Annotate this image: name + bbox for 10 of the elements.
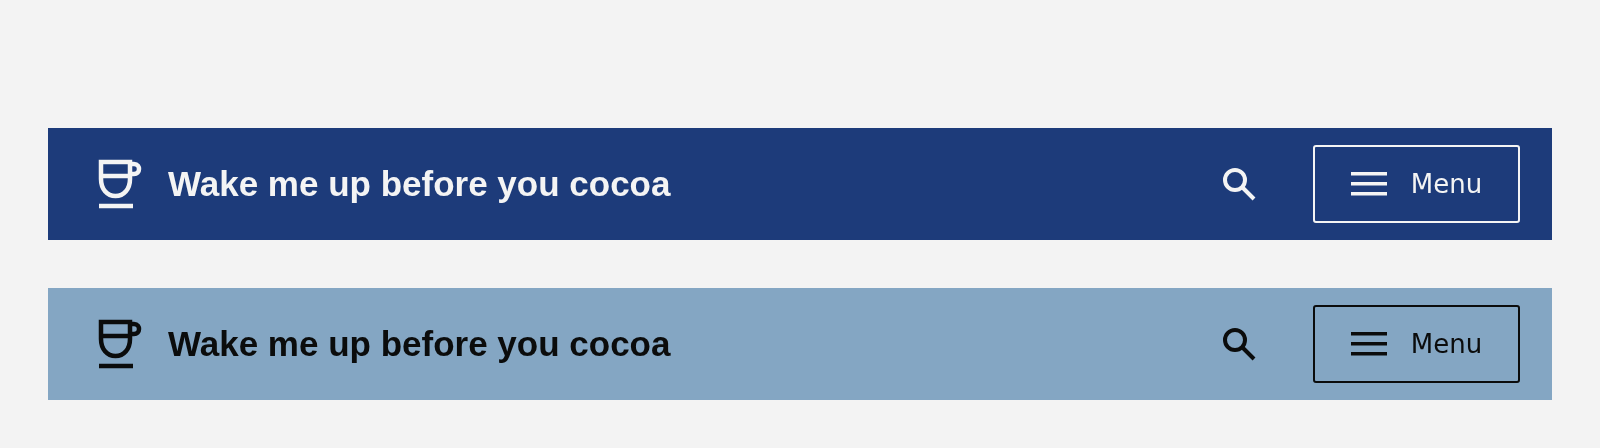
search-icon[interactable] [1221,166,1257,202]
cup-icon [96,319,142,369]
cup-icon [96,159,142,209]
menu-button[interactable]: Menu [1313,145,1520,223]
site-title[interactable]: Wake me up before you cocoa [168,324,671,364]
site-title[interactable]: Wake me up before you cocoa [168,164,671,204]
menu-button[interactable]: Menu [1313,305,1520,383]
search-icon[interactable] [1221,326,1257,362]
menu-icon [1350,171,1387,197]
menu-icon [1350,331,1387,357]
